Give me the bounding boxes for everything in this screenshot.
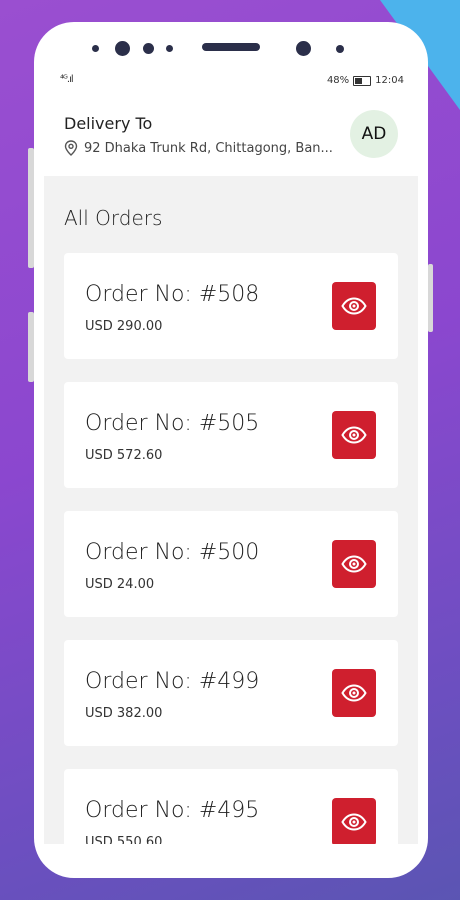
address-text: 92 Dhaka Trunk Rd, Chittagong, Ban... [84, 140, 333, 156]
order-card[interactable]: Order No: #495 USD 550.60 [64, 769, 398, 844]
order-card[interactable]: Order No: #500 USD 24.00 [64, 511, 398, 617]
battery-icon [353, 75, 372, 86]
location-pin-icon [64, 140, 78, 156]
order-number: Order No: #495 [85, 798, 260, 823]
order-amount: USD 382.00 [85, 706, 163, 721]
order-list: Order No: #508 USD 290.00 Order No: #505… [64, 253, 398, 844]
phone-sensor [336, 45, 344, 53]
view-order-button[interactable] [332, 282, 376, 330]
order-number: Order No: #505 [85, 411, 260, 436]
battery-percent: 48% [326, 75, 350, 86]
order-card[interactable]: Order No: #508 USD 290.00 [64, 253, 398, 359]
avatar[interactable]: AD [350, 110, 398, 158]
phone-speaker [202, 43, 260, 51]
eye-icon [341, 813, 367, 831]
view-order-button[interactable] [332, 798, 376, 844]
app-screen: ⁴ᴳ.ıl 48% 12:04 Delivery To 92 Dhaka Tru… [44, 66, 418, 844]
order-amount: USD 290.00 [85, 319, 163, 334]
phone-sensor [92, 45, 99, 52]
phone-side-button [428, 264, 433, 332]
order-number: Order No: #499 [85, 669, 260, 694]
eye-icon [341, 555, 367, 573]
order-amount: USD 550.60 [85, 835, 163, 844]
signal-icon: ⁴ᴳ.ıl [60, 74, 74, 85]
eye-icon [341, 684, 367, 702]
order-amount: USD 572.60 [85, 448, 163, 463]
order-card[interactable]: Order No: #505 USD 572.60 [64, 382, 398, 488]
order-number: Order No: #508 [85, 282, 260, 307]
phone-camera [296, 41, 311, 56]
eye-icon [341, 297, 367, 315]
delivery-header[interactable]: Delivery To 92 Dhaka Trunk Rd, Chittagon… [44, 96, 418, 176]
view-order-button[interactable] [332, 669, 376, 717]
order-amount: USD 24.00 [85, 577, 155, 592]
eye-icon [341, 426, 367, 444]
delivery-address[interactable]: 92 Dhaka Trunk Rd, Chittagong, Ban... [64, 140, 333, 156]
status-bar: ⁴ᴳ.ıl 48% 12:04 [44, 66, 418, 96]
clock: 12:04 [375, 75, 404, 86]
page-title: All Orders [64, 206, 163, 230]
phone-camera [115, 41, 130, 56]
delivery-title: Delivery To [64, 114, 153, 133]
view-order-button[interactable] [332, 540, 376, 588]
phone-sensor [143, 43, 154, 54]
order-card[interactable]: Order No: #499 USD 382.00 [64, 640, 398, 746]
order-number: Order No: #500 [85, 540, 260, 565]
view-order-button[interactable] [332, 411, 376, 459]
phone-sensor [166, 45, 173, 52]
